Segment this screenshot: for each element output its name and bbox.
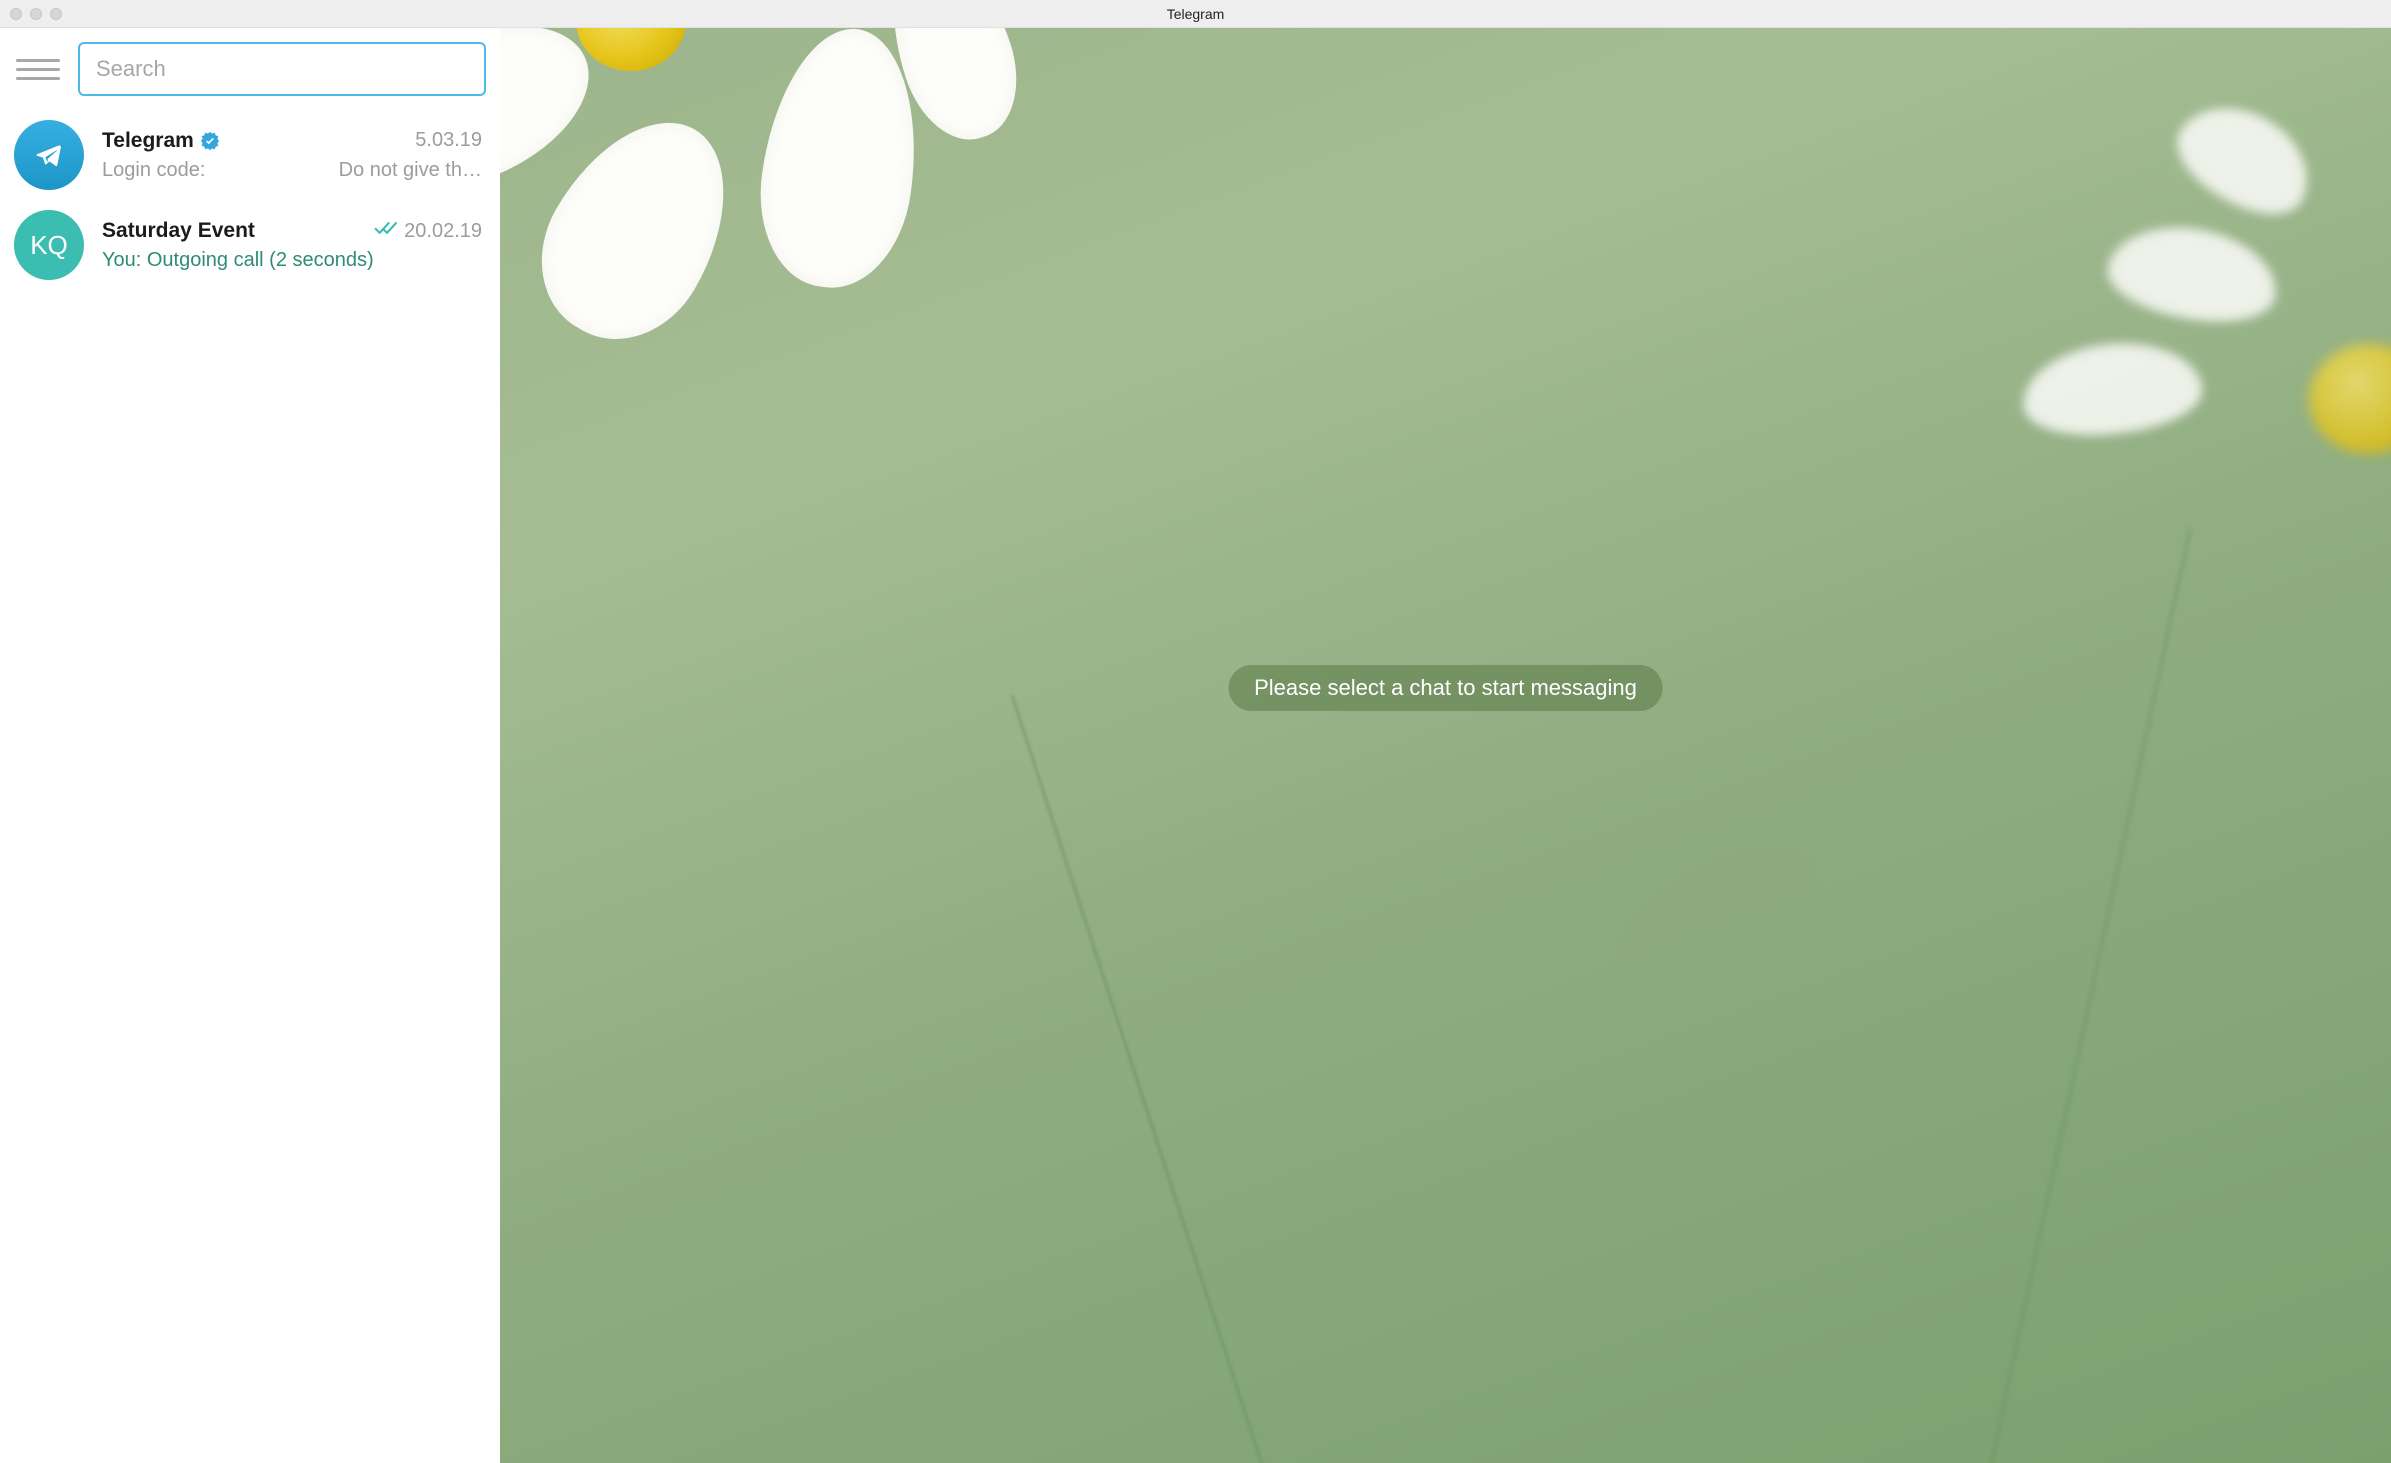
background-decor <box>500 28 2391 1463</box>
telegram-plane-icon <box>29 135 69 175</box>
window-titlebar: Telegram <box>0 0 2391 28</box>
traffic-lights <box>0 8 62 20</box>
avatar <box>14 120 84 190</box>
avatar: KQ <box>14 210 84 280</box>
chat-content-area: Please select a chat to start messaging <box>500 28 2391 1463</box>
chat-main: Saturday Event 20.02.19 You: Outgoing ca… <box>102 219 482 272</box>
chat-main: Telegram 5.03.19 Login code: Do not give… <box>102 129 482 182</box>
menu-button[interactable] <box>16 47 60 91</box>
read-checks-icon <box>374 219 400 237</box>
chat-name: Saturday Event <box>102 219 255 243</box>
chat-name: Telegram <box>102 129 220 153</box>
search-input[interactable] <box>78 42 486 96</box>
chat-preview-text: Do not give th… <box>339 159 482 182</box>
chat-date: 5.03.19 <box>415 129 482 152</box>
app-root: Telegram 5.03.19 Login code: Do not give… <box>0 28 2391 1463</box>
chat-preview-label: Login code: <box>102 159 205 182</box>
minimize-window-button[interactable] <box>30 8 42 20</box>
empty-chat-placeholder: Please select a chat to start messaging <box>1228 665 1663 711</box>
avatar-initials: KQ <box>30 230 68 261</box>
chat-row[interactable]: Telegram 5.03.19 Login code: Do not give… <box>0 110 500 200</box>
menu-icon <box>16 59 60 62</box>
maximize-window-button[interactable] <box>50 8 62 20</box>
chat-list[interactable]: Telegram 5.03.19 Login code: Do not give… <box>0 110 500 1463</box>
window-title: Telegram <box>0 6 2391 22</box>
chat-date: 20.02.19 <box>374 219 482 243</box>
close-window-button[interactable] <box>10 8 22 20</box>
chat-preview-text: You: Outgoing call (2 seconds) <box>102 249 374 272</box>
sidebar: Telegram 5.03.19 Login code: Do not give… <box>0 28 500 1463</box>
chat-row[interactable]: KQ Saturday Event 20.02.19 <box>0 200 500 290</box>
sidebar-header <box>0 28 500 110</box>
verified-icon <box>200 131 220 151</box>
